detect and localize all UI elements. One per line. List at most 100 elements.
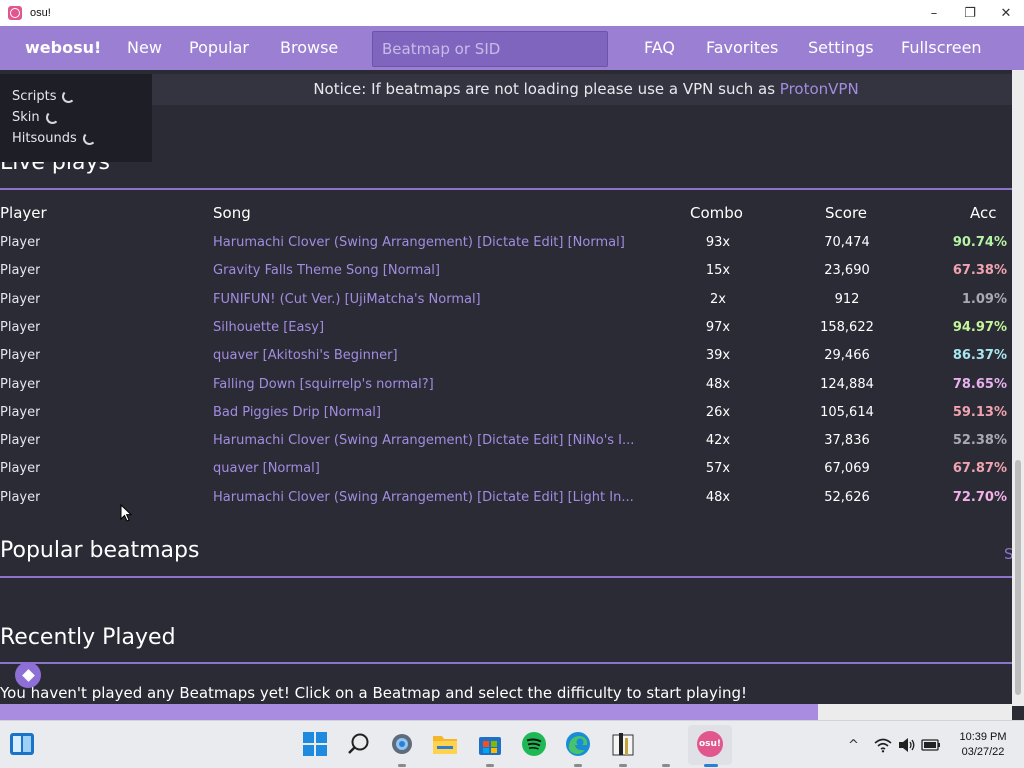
loading-scripts: Scripts: [12, 86, 152, 107]
tray-overflow-chevron[interactable]: ^: [848, 721, 859, 768]
combo-cell: 93x: [705, 235, 731, 250]
nav-browse[interactable]: Browse: [280, 26, 338, 70]
accuracy-cell: 78.65%: [952, 376, 1007, 392]
nav-fullscreen[interactable]: Fullscreen: [901, 26, 982, 70]
recently-played-empty-message: You haven't played any Beatmaps yet! Cli…: [0, 684, 748, 702]
accuracy-cell: 86.37%: [952, 348, 1007, 364]
col-acc: Acc: [970, 204, 997, 222]
active-indicator: [704, 764, 718, 767]
combo-cell: 48x: [705, 489, 731, 505]
combo-cell: 39x: [705, 348, 731, 364]
app-icon[interactable]: [652, 731, 678, 757]
loading-hitsounds: Hitsounds: [12, 128, 152, 149]
running-indicator: [619, 764, 627, 767]
song-link[interactable]: Silhouette [Easy]: [213, 314, 658, 342]
beatmap-search-input[interactable]: [372, 31, 608, 67]
table-row: Player Gravity Falls Theme Song [Normal] 1…: [0, 257, 1012, 285]
horizontal-scrollbar-thumb[interactable]: [0, 704, 818, 720]
vertical-scrollbar[interactable]: [1012, 70, 1024, 706]
nav-settings[interactable]: Settings: [808, 26, 874, 70]
window-title: osu!: [30, 7, 51, 19]
start-windows-icon[interactable]: [302, 731, 328, 757]
score-cell: 70,474: [824, 235, 870, 250]
spinner-icon: [45, 111, 59, 124]
song-link[interactable]: quaver [Akitoshi's Beginner]: [213, 342, 658, 370]
song-link[interactable]: Gravity Falls Theme Song [Normal]: [213, 257, 658, 285]
accuracy-cell: 67.87%: [952, 461, 1007, 477]
combo-cell: 97x: [705, 319, 731, 335]
spotify-icon[interactable]: [521, 731, 547, 757]
app-icon[interactable]: [610, 731, 636, 757]
accuracy-cell: 72.70%: [952, 489, 1007, 505]
score-cell: 105,614: [820, 404, 874, 420]
floating-action-button[interactable]: [15, 662, 41, 688]
player-cell[interactable]: Player: [0, 229, 40, 257]
notice-text: Notice: If beatmaps are not loading plea…: [313, 80, 780, 98]
vertical-scrollbar-thumb[interactable]: [1015, 460, 1021, 695]
player-cell[interactable]: Player: [0, 314, 40, 342]
player-cell[interactable]: Player: [0, 427, 40, 455]
wifi-icon[interactable]: [874, 737, 892, 753]
table-row: Player quaver [Akitoshi's Beginner] 39x 29,…: [0, 342, 1012, 370]
song-link[interactable]: FUNIFUN! (Cut Ver.) [UjiMatcha's Normal]: [213, 286, 658, 314]
battery-icon[interactable]: [921, 738, 941, 752]
table-row: Player Harumachi Clover (Swing Arrangemen…: [0, 484, 1012, 512]
osu-app-icon: [8, 6, 22, 20]
col-combo: Combo: [690, 204, 743, 222]
windows-taskbar: osu! ^ 10:39 PM 03/27/22: [0, 720, 1024, 768]
file-explorer-icon[interactable]: [432, 731, 458, 757]
score-cell: 23,690: [824, 263, 870, 279]
song-link[interactable]: Harumachi Clover (Swing Arrangement) [Di…: [213, 484, 658, 512]
loading-skin: Skin: [12, 107, 152, 128]
running-indicator: [574, 764, 582, 767]
clock-date: 03/27/22: [961, 746, 1005, 758]
song-link[interactable]: Falling Down [squirrelp's normal?]: [213, 371, 658, 399]
player-cell[interactable]: Player: [0, 257, 40, 285]
horizontal-scrollbar[interactable]: [0, 704, 1012, 720]
spinner-icon: [82, 132, 96, 145]
accuracy-cell: 94.97%: [952, 319, 1007, 335]
table-row: Player Falling Down [squirrelp's normal?]…: [0, 371, 1012, 399]
system-clock[interactable]: 10:39 PM 03/27/22: [952, 730, 1014, 760]
score-cell: 912: [834, 291, 860, 307]
song-link[interactable]: Bad Piggies Drip [Normal]: [213, 399, 658, 427]
player-cell[interactable]: Player: [0, 286, 40, 314]
player-cell[interactable]: Player: [0, 455, 40, 483]
protonvpn-link[interactable]: ProtonVPN: [780, 80, 859, 98]
table-row: Player Bad Piggies Drip [Normal] 26x 105,61…: [0, 399, 1012, 427]
minimize-icon[interactable]: –: [916, 0, 952, 26]
accuracy-cell: 52.38%: [952, 433, 1007, 449]
search-icon[interactable]: [346, 731, 372, 757]
diamond-icon: [21, 668, 35, 682]
nav-new[interactable]: New: [127, 26, 162, 70]
running-indicator: [662, 764, 670, 767]
score-cell: 124,884: [820, 376, 874, 392]
player-cell[interactable]: Player: [0, 484, 40, 512]
player-cell[interactable]: Player: [0, 399, 40, 427]
song-link[interactable]: Harumachi Clover (Swing Arrangement) [Di…: [213, 229, 658, 257]
nav-popular[interactable]: Popular: [189, 26, 249, 70]
brand-logo[interactable]: webosu!: [25, 26, 101, 70]
mouse-cursor-icon: [120, 504, 132, 522]
accuracy-cell: 1.09%: [961, 291, 1007, 307]
restore-icon[interactable]: ❐: [952, 0, 988, 26]
combo-cell: 15x: [705, 263, 731, 279]
section-divider: [0, 188, 1012, 190]
edge-browser-icon[interactable]: [565, 731, 591, 757]
osu-taskbar-icon[interactable]: osu!: [697, 731, 723, 757]
song-link[interactable]: quaver [Normal]: [213, 455, 658, 483]
popular-beatmaps-title: Popular beatmaps: [0, 538, 200, 563]
microsoft-store-icon[interactable]: [477, 731, 503, 757]
player-cell[interactable]: Player: [0, 342, 40, 370]
col-score: Score: [825, 204, 868, 222]
nav-faq[interactable]: FAQ: [644, 26, 675, 70]
score-cell: 67,069: [824, 461, 870, 477]
volume-icon[interactable]: [898, 737, 916, 753]
player-cell[interactable]: Player: [0, 371, 40, 399]
widgets-icon[interactable]: [10, 733, 34, 755]
nav-favorites[interactable]: Favorites: [706, 26, 778, 70]
table-row: Player Silhouette [Easy] 97x 158,622 94.97%: [0, 314, 1012, 342]
close-icon[interactable]: ✕: [988, 0, 1024, 26]
song-link[interactable]: Harumachi Clover (Swing Arrangement) [Di…: [213, 427, 658, 455]
settings-gear-icon[interactable]: [389, 731, 415, 757]
